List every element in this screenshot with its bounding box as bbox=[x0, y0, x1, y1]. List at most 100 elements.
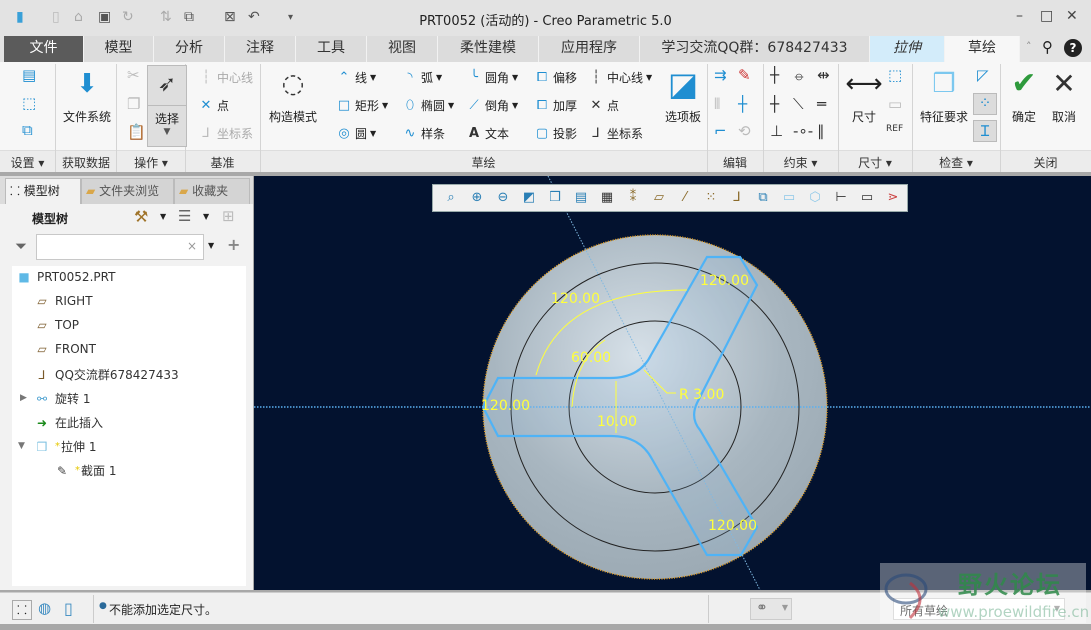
symmetric-constraint-icon[interactable]: -∘- bbox=[793, 122, 813, 140]
maximize-button[interactable]: □ bbox=[1040, 8, 1053, 24]
tab-model-tree[interactable]: ⸬ 模型树 bbox=[5, 178, 81, 204]
refit-icon[interactable]: ⌕ bbox=[439, 187, 463, 209]
offset-button[interactable]: ⧠ 偏移 bbox=[534, 69, 577, 86]
axis-display-icon[interactable]: ⁄ bbox=[673, 187, 697, 209]
display-style-icon[interactable]: ❒ bbox=[543, 187, 567, 209]
search-icon[interactable]: ⚲ bbox=[1042, 38, 1053, 56]
copy-icon[interactable]: ❐ bbox=[127, 95, 140, 113]
group-operations-label[interactable]: 操作 ▾ bbox=[117, 154, 185, 171]
tab-analysis[interactable]: 分析 bbox=[154, 36, 225, 62]
parallel-constraint-icon[interactable]: ∥ bbox=[817, 122, 825, 140]
spline-button[interactable]: ∿ 样条 bbox=[402, 125, 445, 142]
graphics-window[interactable]: 120.00 120.00 60.00 R 3.00 120.00 10.00 … bbox=[254, 176, 1091, 590]
circle-button[interactable]: ◎ 圆 ▼ bbox=[336, 125, 376, 142]
ellipse-button[interactable]: ⬯ 椭圆 ▼ bbox=[402, 97, 454, 114]
midpoint-constraint-icon[interactable]: ⇹ bbox=[817, 66, 830, 84]
close-button[interactable]: ✕ bbox=[1066, 8, 1078, 24]
dimension-button[interactable]: ⟷ 尺寸 bbox=[842, 66, 886, 125]
baseline-icon[interactable]: ▭ bbox=[888, 95, 902, 113]
expand-icon[interactable]: ▶ bbox=[20, 393, 27, 403]
fillet-button[interactable]: ╰ 圆角 ▼ bbox=[466, 69, 518, 86]
dim-width-10[interactable]: 10.00 bbox=[597, 414, 637, 430]
tab-annotate[interactable]: 注释 bbox=[225, 36, 296, 62]
plane-display-icon[interactable]: ▱ bbox=[647, 187, 671, 209]
dim-chamfer-120-left[interactable]: 120.00 bbox=[481, 398, 530, 414]
navigator-toggle-icon[interactable]: ⸬ bbox=[12, 600, 32, 620]
sketch-canvas[interactable]: 120.00 120.00 60.00 R 3.00 120.00 10.00 … bbox=[254, 176, 1091, 590]
selection-filter-dropdown[interactable]: 所有草绘 ▼ bbox=[893, 598, 1065, 620]
equal-constraint-icon[interactable]: ═ bbox=[817, 95, 826, 113]
zoom-out-icon[interactable]: ⊖ bbox=[491, 187, 515, 209]
csys-display-icon[interactable]: ⅃ bbox=[725, 187, 749, 209]
tree-item-revolve[interactable]: ⚯ 旋转 1 bbox=[34, 390, 90, 407]
settings-tools-icon[interactable]: ⚒ bbox=[134, 207, 148, 226]
ok-button[interactable]: ✔ 确定 bbox=[1004, 66, 1044, 125]
sketch-centerline-button[interactable]: ┆ 中心线 ▼ bbox=[588, 69, 652, 86]
shade-closed-loops-icon[interactable]: Ɪ bbox=[973, 120, 997, 142]
perimeter-icon[interactable]: ⬚ bbox=[888, 66, 902, 84]
project-button[interactable]: ▢ 投影 bbox=[534, 125, 577, 142]
tree-item-top[interactable]: ▱ TOP bbox=[34, 318, 79, 332]
tree-item-insert-here[interactable]: ➜ 在此插入 bbox=[34, 414, 103, 431]
select-button[interactable]: ➶ 选择 ▼ bbox=[147, 65, 187, 147]
overlapping-geometry-icon[interactable]: ◸ bbox=[977, 66, 989, 84]
view-manager-icon[interactable]: ▦ bbox=[595, 187, 619, 209]
highlight-open-ends-icon[interactable]: ⁘ bbox=[973, 93, 997, 115]
tab-favorites[interactable]: ▰ 收藏夹 bbox=[174, 178, 250, 204]
tab-folder-browser[interactable]: ▰ 文件夹浏览 bbox=[81, 178, 174, 204]
tree-item-section[interactable]: ✎ * 截面 1 bbox=[54, 462, 116, 479]
group-inspect-label[interactable]: 检查 ▾ bbox=[912, 154, 1000, 171]
corner-icon[interactable]: ⌐ bbox=[714, 122, 727, 140]
point-display-icon[interactable]: ⁙ bbox=[699, 187, 723, 209]
datum-centerline-button[interactable]: ┆ 中心线 bbox=[198, 69, 253, 86]
sketch-point-button[interactable]: ✕ 点 bbox=[588, 97, 619, 114]
show-list-icon[interactable]: ☰ bbox=[178, 207, 191, 225]
text-button[interactable]: A 文本 bbox=[466, 125, 509, 142]
find-button[interactable]: ⚭ ▼ bbox=[750, 598, 792, 620]
tree-columns-icon[interactable]: ⊞ bbox=[222, 207, 235, 225]
sketch-view-icon[interactable]: ⬡ bbox=[803, 187, 827, 209]
dim-angle-120-a[interactable]: 120.00 bbox=[551, 291, 600, 307]
chevron-down-icon[interactable]: ▼ bbox=[208, 241, 214, 250]
tab-file[interactable]: 文件 bbox=[4, 36, 84, 62]
tree-item-extrude[interactable]: ❒ * 拉伸 1 bbox=[34, 438, 97, 455]
construction-mode-button[interactable]: ◌ 构造模式 bbox=[264, 66, 322, 125]
palette-button[interactable]: ◪ 选项板 bbox=[660, 66, 706, 125]
group-dimension-label[interactable]: 尺寸 ▾ bbox=[838, 154, 912, 171]
tree-search-input[interactable]: × bbox=[36, 234, 204, 260]
reference-dim-icon[interactable]: REF bbox=[886, 124, 903, 134]
cancel-button[interactable]: ✕ 取消 bbox=[1044, 66, 1084, 125]
tree-item-coordsys[interactable]: ⅃ QQ交流群678427433 bbox=[34, 366, 179, 383]
tree-item-part[interactable]: ■ PRT0052.PRT bbox=[16, 270, 115, 284]
tree-item-front[interactable]: ▱ FRONT bbox=[34, 342, 96, 356]
rectangle-button[interactable]: □ 矩形 ▼ bbox=[336, 97, 388, 114]
sketch-view-icon[interactable]: ⧉ bbox=[22, 121, 33, 139]
tab-extrude[interactable]: 拉伸 bbox=[870, 36, 945, 62]
fullscreen-icon[interactable]: ▯ bbox=[64, 599, 73, 618]
tree-item-right[interactable]: ▱ RIGHT bbox=[34, 294, 92, 308]
file-system-button[interactable]: ⬇ 文件系统 bbox=[58, 66, 116, 125]
dim-angle-60[interactable]: 60.00 bbox=[571, 350, 611, 366]
datum-coordsys-button[interactable]: ⅃ 坐标系 bbox=[198, 125, 253, 142]
group-setup-label[interactable]: 设置 ▾ bbox=[0, 154, 55, 171]
references-icon[interactable]: ⬚ bbox=[22, 94, 36, 112]
tab-flexible-modeling[interactable]: 柔性建模 bbox=[438, 36, 539, 62]
cut-icon[interactable]: ✂ bbox=[127, 66, 140, 84]
horizontal-constraint-icon[interactable]: ┼ bbox=[770, 95, 779, 113]
constraint-display-icon[interactable]: ▭ bbox=[855, 187, 879, 209]
chamfer-button[interactable]: ⟋ 倒角 ▼ bbox=[466, 97, 518, 114]
mirror-icon[interactable]: ⫴ bbox=[714, 95, 720, 113]
dim-radius-3[interactable]: R 3.00 bbox=[679, 387, 724, 403]
coincident-constraint-icon[interactable]: ⟍ bbox=[793, 95, 804, 113]
modify-icon[interactable]: ⇉ bbox=[714, 66, 727, 84]
datum-display-icon[interactable]: ⁑ bbox=[621, 187, 645, 209]
clear-icon[interactable]: × bbox=[187, 239, 197, 253]
feature-requirements-button[interactable]: ❒ 特征要求 bbox=[916, 66, 972, 125]
group-constrain-label[interactable]: 约束 ▾ bbox=[763, 154, 838, 171]
delete-segment-icon[interactable]: ✎ bbox=[738, 66, 751, 84]
vertical-constraint-icon[interactable]: ┼ bbox=[770, 66, 779, 84]
browser-toggle-icon[interactable]: ◍ bbox=[38, 599, 51, 617]
tab-tools[interactable]: 工具 bbox=[296, 36, 367, 62]
perpendicular-constraint-icon[interactable]: ⊥ bbox=[770, 122, 783, 140]
collapse-ribbon-icon[interactable]: ˄ bbox=[1026, 40, 1032, 53]
